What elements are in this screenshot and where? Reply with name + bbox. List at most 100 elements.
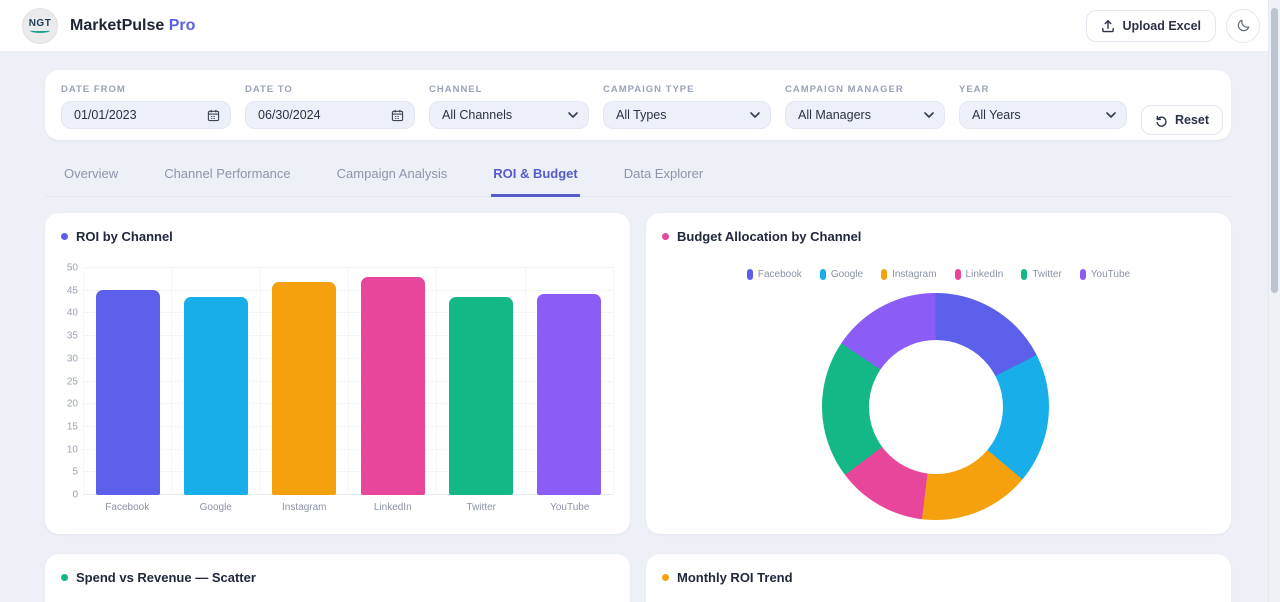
page-title: MarketPulse Pro [70, 17, 195, 35]
filter-year: Year All Years [959, 84, 1127, 129]
legend-marker-icon [955, 269, 961, 280]
legend-label: Facebook [758, 269, 802, 280]
title-dot-icon [662, 574, 669, 581]
channel-label: Channel [429, 84, 589, 95]
monthly-roi-trend-card: Monthly ROI Trend [646, 554, 1231, 602]
donut-hole [869, 340, 1003, 474]
bottom-row: Spend vs Revenue — Scatter Monthly ROI T… [45, 554, 1231, 602]
x-tick-label: Instagram [260, 502, 349, 513]
bar-x-axis: FacebookGoogleInstagramLinkedInTwitterYo… [83, 502, 614, 513]
date-to-label: Date To [245, 84, 415, 95]
legend-item-facebook[interactable]: Facebook [747, 269, 802, 280]
campaign-manager-label: Campaign Manager [785, 84, 945, 95]
app-title-accent: Pro [169, 17, 196, 34]
filter-campaign-type: Campaign Type All Types [603, 84, 771, 129]
y-tick-label: 20 [67, 399, 78, 410]
bar-instagram[interactable] [272, 282, 336, 495]
title-dot-icon [61, 574, 68, 581]
legend-marker-icon [881, 269, 887, 280]
filter-date-to: Date To 06/30/2024 [245, 84, 415, 129]
monthly-roi-trend-title: Monthly ROI Trend [677, 570, 793, 585]
card-title-row: Budget Allocation by Channel [662, 229, 1215, 244]
y-tick-label: 10 [67, 444, 78, 455]
header-actions: Upload Excel [1086, 9, 1261, 43]
charts-row: ROI by Channel 05101520253035404550 Face… [45, 213, 1231, 534]
reset-filters-button[interactable]: Reset [1141, 105, 1223, 135]
chevron-down-icon [750, 112, 760, 118]
bar-column [437, 268, 525, 495]
bar-linkedin[interactable] [361, 277, 425, 495]
dark-mode-toggle[interactable] [1226, 9, 1260, 43]
date-from-input[interactable]: 01/01/2023 [61, 101, 231, 129]
tab-campaign-analysis[interactable]: Campaign Analysis [335, 160, 450, 197]
tab-data-explorer[interactable]: Data Explorer [622, 160, 705, 197]
tab-channel-performance[interactable]: Channel Performance [162, 160, 292, 197]
campaign-type-select[interactable]: All Types [603, 101, 771, 129]
legend-marker-icon [1021, 269, 1027, 280]
legend-label: LinkedIn [966, 269, 1004, 280]
legend-item-instagram[interactable]: Instagram [881, 269, 936, 280]
bar-twitter[interactable] [449, 297, 513, 495]
channel-value: All Channels [442, 108, 512, 122]
spend-vs-revenue-title: Spend vs Revenue — Scatter [76, 570, 256, 585]
card-title-row: ROI by Channel [61, 229, 614, 244]
donut-legend: Facebook Google Instagram LinkedIn Twitter Yo… [662, 269, 1215, 280]
upload-excel-button[interactable]: Upload Excel [1086, 10, 1217, 42]
legend-item-linkedin[interactable]: LinkedIn [955, 269, 1004, 280]
roi-by-channel-card: ROI by Channel 05101520253035404550 Face… [45, 213, 630, 534]
campaign-manager-value: All Managers [798, 108, 871, 122]
y-tick-label: 40 [67, 308, 78, 319]
main-content: Date From 01/01/2023 Date To 06/30/2024 [0, 52, 1280, 602]
scrollbar[interactable] [1268, 0, 1280, 602]
year-select[interactable]: All Years [959, 101, 1127, 129]
filter-channel: Channel All Channels [429, 84, 589, 129]
campaign-type-label: Campaign Type [603, 84, 771, 95]
scrollbar-thumb[interactable] [1271, 8, 1278, 293]
legend-label: Twitter [1032, 269, 1061, 280]
app-header: NGT MarketPulse Pro Upload Excel [0, 0, 1280, 52]
legend-label: YouTube [1091, 269, 1130, 280]
title-dot-icon [61, 233, 68, 240]
tab-overview[interactable]: Overview [62, 160, 120, 197]
bar-google[interactable] [184, 297, 248, 495]
tab-roi-budget[interactable]: ROI & Budget [491, 160, 580, 197]
bar-column [526, 268, 614, 495]
date-to-input[interactable]: 06/30/2024 [245, 101, 415, 129]
legend-label: Google [831, 269, 863, 280]
reset-label: Reset [1175, 113, 1209, 127]
y-tick-label: 30 [67, 353, 78, 364]
bar-youtube[interactable] [537, 294, 601, 495]
calendar-icon [391, 109, 404, 122]
bar-column [261, 268, 349, 495]
logo-swoosh-icon [30, 28, 50, 33]
channel-select[interactable]: All Channels [429, 101, 589, 129]
legend-item-google[interactable]: Google [820, 269, 863, 280]
y-tick-label: 15 [67, 421, 78, 432]
reset-icon [1155, 114, 1168, 127]
filter-date-from: Date From 01/01/2023 [61, 84, 231, 129]
company-logo: NGT [22, 8, 58, 44]
budget-allocation-card: Budget Allocation by Channel Facebook Goo… [646, 213, 1231, 534]
bar-series [83, 268, 614, 495]
x-tick-label: Facebook [83, 502, 172, 513]
roi-by-channel-title: ROI by Channel [76, 229, 173, 244]
app-title-main: MarketPulse [70, 17, 164, 34]
campaign-manager-select[interactable]: All Managers [785, 101, 945, 129]
bar-facebook[interactable] [96, 290, 160, 495]
y-tick-label: 25 [67, 376, 78, 387]
x-tick-label: Google [172, 502, 261, 513]
legend-label: Instagram [892, 269, 936, 280]
tab-bar: Overview Channel Performance Campaign An… [45, 160, 1231, 197]
date-from-label: Date From [61, 84, 231, 95]
y-tick-label: 0 [72, 490, 78, 501]
x-tick-label: Twitter [437, 502, 526, 513]
bar-plot [83, 268, 614, 495]
filter-campaign-manager: Campaign Manager All Managers [785, 84, 945, 129]
title-dot-icon [662, 233, 669, 240]
y-tick-label: 5 [72, 467, 78, 478]
card-title-row: Spend vs Revenue — Scatter [61, 570, 614, 585]
legend-item-twitter[interactable]: Twitter [1021, 269, 1061, 280]
campaign-type-value: All Types [616, 108, 667, 122]
legend-item-youtube[interactable]: YouTube [1080, 269, 1130, 280]
moon-icon [1236, 18, 1251, 33]
